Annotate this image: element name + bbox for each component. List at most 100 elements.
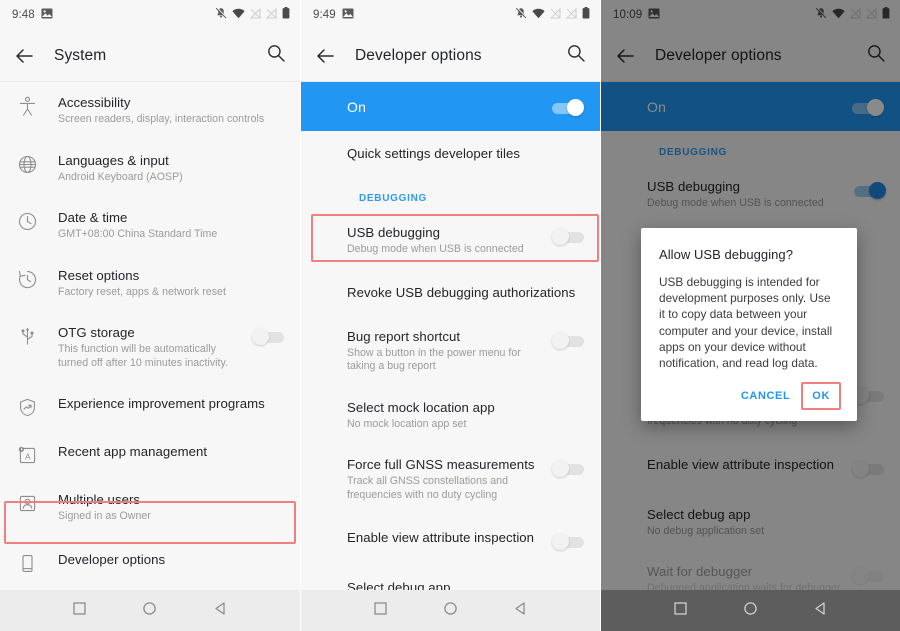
list-item-title: Multiple users <box>58 492 141 507</box>
list-item-accessibility[interactable]: Accessibility Screen readers, display, i… <box>0 82 300 140</box>
cancel-button[interactable]: CANCEL <box>732 383 799 409</box>
list-item-title: Bug report shortcut <box>347 328 461 344</box>
list-item-title: USB debugging <box>347 225 441 240</box>
list-item-title: Languages & input <box>58 152 169 168</box>
list-item-subtitle: Screen readers, display, interaction con… <box>58 113 265 125</box>
view-attribute-inspection-toggle[interactable] <box>552 532 586 552</box>
navigation-bar <box>0 590 300 631</box>
master-switch-label: On <box>347 98 367 115</box>
battery-icon <box>282 6 290 24</box>
list-item-quick-settings-tiles[interactable]: Quick settings developer tiles <box>301 131 600 177</box>
globe-icon <box>14 153 40 175</box>
list-item-title: Recent app management <box>58 444 208 459</box>
ok-button-wrapper: OK <box>801 382 841 411</box>
list-item-title: Experience improvement programs <box>58 396 265 411</box>
dialog-body: USB debugging is intended for developmen… <box>659 275 833 371</box>
triangle-back-icon[interactable] <box>813 601 828 621</box>
navigation-bar <box>601 590 900 631</box>
otg-storage-toggle[interactable] <box>252 327 286 347</box>
phone-icon <box>14 552 40 574</box>
list-item-languages-input[interactable]: Languages & input Android Keyboard (AOSP… <box>0 139 300 197</box>
list-item-experience-improvement[interactable]: Experience improvement programs <box>0 383 300 431</box>
usb-debugging-toggle[interactable] <box>552 227 586 247</box>
square-icon[interactable] <box>72 601 87 621</box>
panel-allow-usb-debugging-dialog: 10:09 Developer options On DEBUGGING USB… <box>600 0 900 631</box>
page-title: System <box>54 46 107 64</box>
list-item-multiple-users[interactable]: Multiple users Signed in as Owner <box>0 479 300 537</box>
screenshot-series: 9:48 System Accessibility Screen readers… <box>0 0 900 631</box>
panel-developer-options: 9:49 Developer options On Quick settings… <box>300 0 600 631</box>
list-item-title: Select mock location app <box>347 399 495 415</box>
square-icon[interactable] <box>373 601 388 621</box>
back-arrow-icon[interactable] <box>13 45 35 67</box>
circle-icon[interactable] <box>743 601 758 621</box>
battery-icon <box>582 6 590 24</box>
list-item-enable-view-attribute-inspection[interactable]: Enable view attribute inspection <box>301 515 600 567</box>
list-item-date-time[interactable]: Date & time GMT+08:00 China Standard Tim… <box>0 197 300 255</box>
app-bar: System <box>0 30 300 82</box>
list-item-subtitle: Show a button in the power menu for taki… <box>347 346 521 373</box>
list-item-select-mock-location[interactable]: Select mock location app No mock locatio… <box>301 386 600 444</box>
list-item-subtitle: No mock location app set <box>347 417 467 430</box>
master-switch-toggle[interactable] <box>550 98 584 118</box>
status-time: 9:49 <box>313 9 336 21</box>
reset-icon <box>14 268 40 290</box>
ok-button[interactable]: OK <box>803 383 839 409</box>
list-item-force-full-gnss[interactable]: Force full GNSS measurements Track all G… <box>301 444 600 515</box>
list-item-bug-report-shortcut[interactable]: Bug report shortcut Show a button in the… <box>301 315 600 387</box>
list-item-title: Reset options <box>58 267 140 283</box>
page-title: Developer options <box>355 46 482 64</box>
list-item-subtitle: Android Keyboard (AOSP) <box>58 170 183 183</box>
dialog-actions: CANCEL OK <box>659 382 841 415</box>
signal-off-icon <box>249 6 261 24</box>
list-item-subtitle: Signed in as Owner <box>58 510 151 522</box>
list-item-otg-storage[interactable]: OTG storage This function will be automa… <box>0 312 300 383</box>
settings-list[interactable]: Accessibility Screen readers, display, i… <box>0 82 300 631</box>
square-icon[interactable] <box>673 601 688 621</box>
circle-icon[interactable] <box>443 601 458 621</box>
signal-off-icon <box>565 6 577 24</box>
list-item-reset-options[interactable]: Reset options Factory reset, apps & netw… <box>0 254 300 312</box>
panel-system-settings: 9:48 System Accessibility Screen readers… <box>0 0 300 631</box>
person-card-icon <box>14 492 40 514</box>
list-item-title: OTG storage <box>58 325 135 340</box>
list-item-subtitle: Track all GNSS constellations and freque… <box>347 475 509 501</box>
dialog-title: Allow USB debugging? <box>659 247 793 262</box>
list-item-developer-options[interactable]: Developer options <box>0 536 300 589</box>
list-item-title: Date & time <box>58 210 128 225</box>
triangle-back-icon[interactable] <box>513 601 528 621</box>
back-arrow-icon[interactable] <box>314 45 336 67</box>
list-item-usb-debugging[interactable]: USB debugging Debug mode when USB is con… <box>301 212 600 270</box>
list-item-recent-app-management[interactable]: A Recent app management <box>0 431 300 479</box>
svg-text:A: A <box>25 452 31 462</box>
allow-usb-debugging-dialog: Allow USB debugging? USB debugging is in… <box>641 228 857 422</box>
list-item-revoke-usb-authorizations[interactable]: Revoke USB debugging authorizations <box>301 269 600 316</box>
wifi-icon <box>232 6 245 24</box>
developer-options-master-switch[interactable]: On <box>301 82 600 131</box>
usb-icon <box>14 325 40 347</box>
list-item-subtitle: Factory reset, apps & network reset <box>58 285 226 298</box>
circle-icon[interactable] <box>142 601 157 621</box>
list-item-title: Force full GNSS measurements <box>347 457 535 472</box>
status-time: 9:48 <box>12 9 35 21</box>
status-bar: 9:49 <box>301 0 600 30</box>
app-bar: Developer options <box>301 30 600 82</box>
clock-icon <box>14 210 40 232</box>
developer-settings-list[interactable]: Quick settings developer tiles DEBUGGING… <box>301 131 600 631</box>
wifi-icon <box>532 6 545 24</box>
force-full-gnss-toggle[interactable] <box>552 459 586 479</box>
screenshot-icon <box>41 6 53 24</box>
screenshot-icon <box>342 6 354 24</box>
shield-chart-icon <box>14 396 40 418</box>
triangle-back-icon[interactable] <box>213 601 228 621</box>
list-item-title: Revoke USB debugging authorizations <box>347 284 576 300</box>
search-icon[interactable] <box>566 43 586 68</box>
status-bar: 9:48 <box>0 0 300 30</box>
signal-off-icon <box>549 6 561 24</box>
list-item-title: Developer options <box>58 551 166 567</box>
bug-report-shortcut-toggle[interactable] <box>552 331 586 351</box>
list-item-subtitle: GMT+08:00 China Standard Time <box>58 228 218 240</box>
search-icon[interactable] <box>266 43 286 68</box>
list-item-subtitle: Debug mode when USB is connected <box>347 243 524 255</box>
navigation-bar <box>301 590 600 631</box>
